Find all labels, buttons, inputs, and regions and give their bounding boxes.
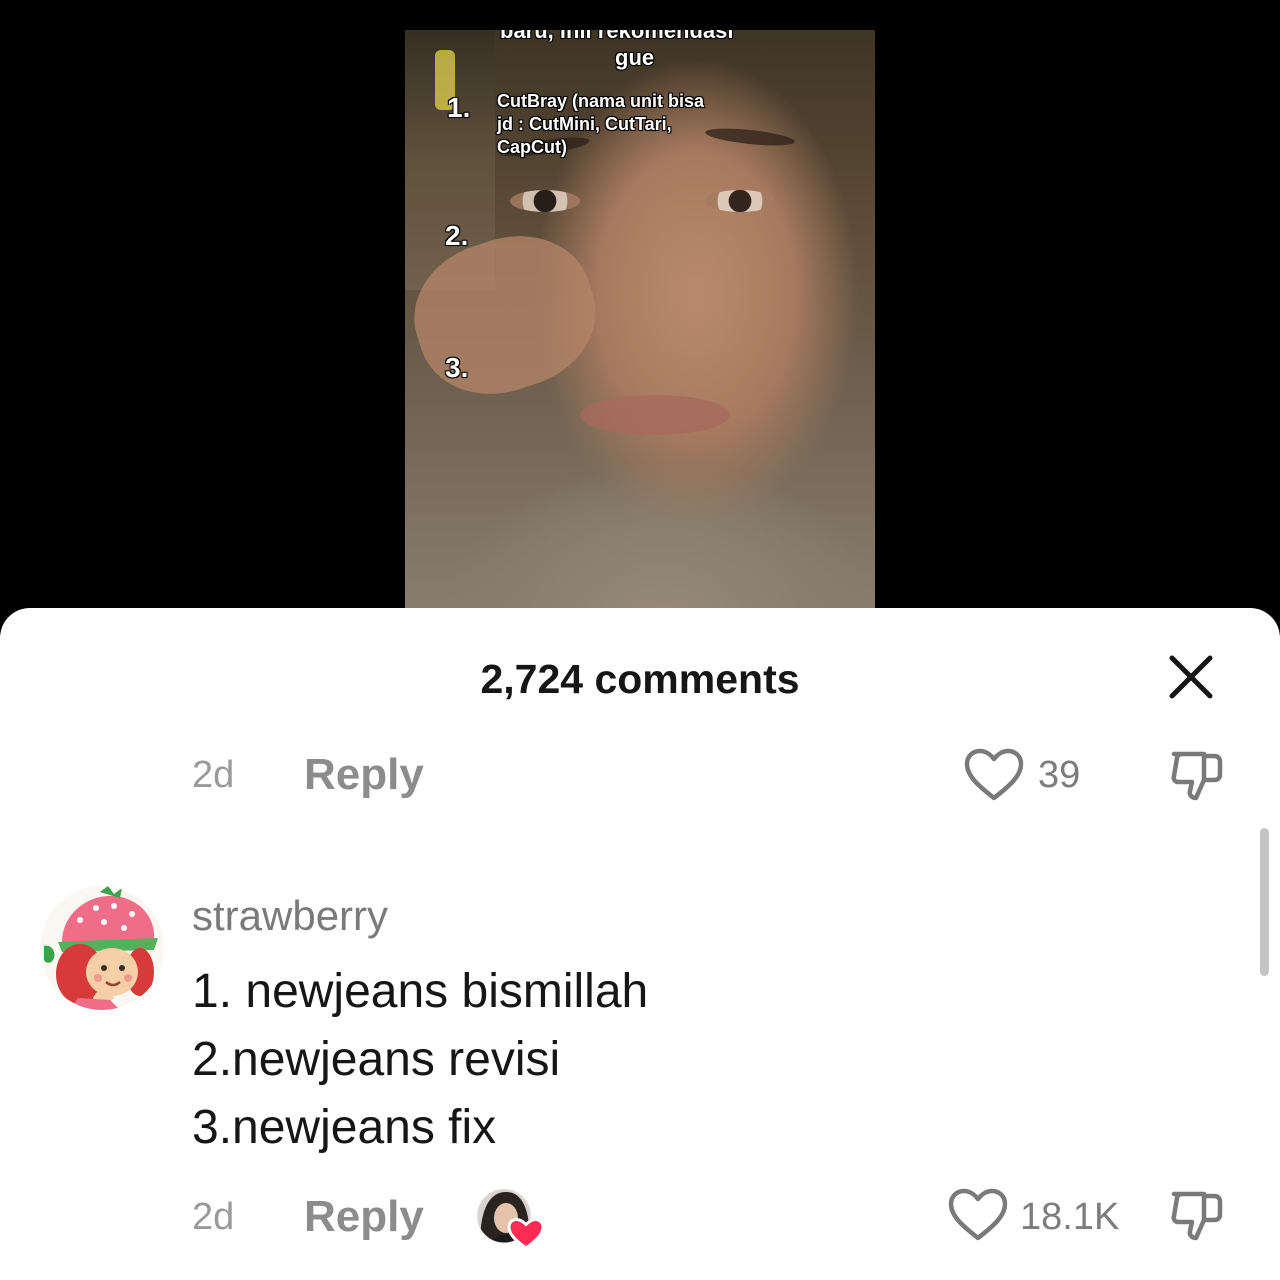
like-button[interactable] [948,1188,1010,1244]
heart-outline-icon [948,1188,1008,1241]
video-list-item-line: jd : CutMini, CutTari, [497,114,672,134]
dislike-button[interactable] [1168,1186,1228,1246]
heart-outline-icon [964,748,1024,801]
video-list-item-text: CutBray (nama unit bisa jd : CutMini, Cu… [497,90,757,159]
video-face-eye [705,190,775,212]
video-face-eye [510,190,580,212]
creator-liked-badge [476,1188,545,1250]
like-button[interactable] [964,748,1026,804]
close-button[interactable] [1168,654,1214,700]
strawberry-shortcake-avatar-image [40,886,164,1010]
close-icon [1169,655,1213,699]
creator-avatar-image [476,1188,545,1250]
like-count: 18.1K [1020,1196,1120,1238]
comment-text-line: 2.newjeans revisi [192,1033,561,1086]
video-list-number: 3. [445,352,469,383]
comment-text-line: 1. newjeans bismillah [192,965,649,1018]
video-list-number: 2. [445,220,469,251]
video-overlay-text: gue [615,45,655,70]
scrollbar[interactable] [1260,828,1269,976]
comment-timestamp: 2d [192,1196,235,1238]
video-player[interactable]: baru, inii rekomendasi gue 1. CutBray (n… [405,30,875,630]
reply-button[interactable]: Reply [304,750,424,800]
video-list-number: 1. [447,92,471,123]
comments-sheet: 2,724 comments 2d Reply 39 strawberry 1.… [0,608,1280,1280]
heart-filled-icon [507,1217,545,1250]
avatar[interactable] [40,886,164,1010]
comment-timestamp: 2d [192,754,235,796]
comments-count-title: 2,724 comments [480,656,800,702]
video-list-item-line: CapCut) [497,137,567,157]
video-face-mouth [580,395,730,435]
dislike-button[interactable] [1168,746,1228,806]
thumbs-down-icon [1171,1191,1223,1241]
comment-text-line: 3.newjeans fix [192,1101,497,1154]
reply-button[interactable]: Reply [304,1192,424,1242]
video-list-item-line: CutBray (nama unit bisa [497,91,705,111]
like-count: 39 [1038,754,1081,796]
video-overlay-text: baru, inii rekomendasi [500,30,734,43]
comment-username[interactable]: strawberry [192,892,388,940]
thumbs-down-icon [1171,751,1223,801]
